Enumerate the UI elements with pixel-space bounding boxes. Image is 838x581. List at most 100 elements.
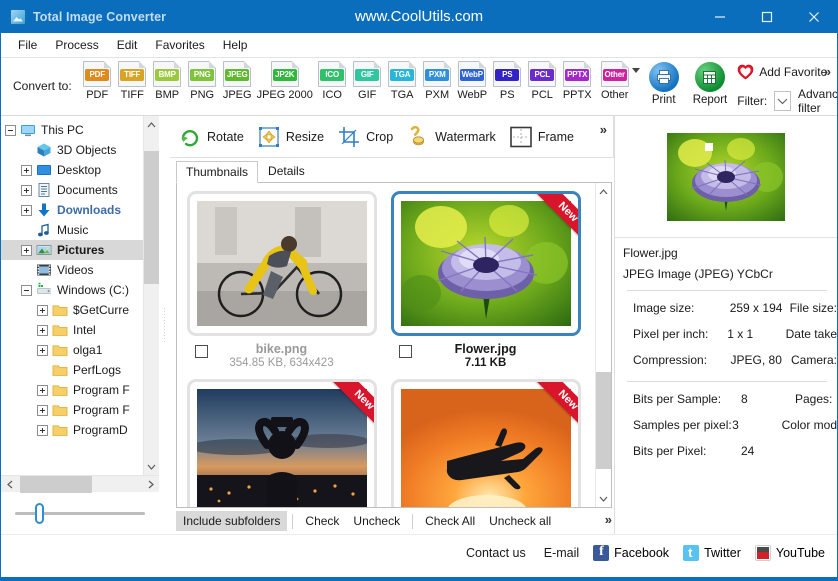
watermark-button[interactable]: Watermark [406, 125, 496, 149]
tree-item-program-f[interactable]: Program F [1, 400, 143, 420]
menu-item-file[interactable]: File [9, 35, 46, 55]
advanced-filter-button[interactable]: Advanced filter [798, 87, 838, 115]
menu-item-process[interactable]: Process [46, 35, 107, 55]
list-toolbar-overflow-button[interactable]: » [605, 512, 612, 527]
tree-item-this-pc[interactable]: This PC [1, 120, 143, 140]
thumbnail-item[interactable]: New [391, 379, 581, 507]
tree-toggle-minus[interactable] [5, 125, 16, 136]
email-link[interactable]: E-mail [544, 546, 579, 560]
tree-toggle-plus[interactable] [37, 405, 48, 416]
check-button[interactable]: Check [298, 511, 346, 531]
thumbnail-checkbox[interactable] [399, 345, 412, 358]
crop-button[interactable]: Crop [337, 125, 393, 149]
tree-scroll-thumb[interactable] [144, 151, 160, 284]
format-button-webp[interactable]: WebPWebP [455, 61, 490, 101]
format-button-other[interactable]: OtherOther [595, 61, 635, 101]
thumbnail-frame[interactable]: New [391, 191, 581, 336]
tree-scroll-track[interactable] [144, 133, 160, 458]
twitter-link[interactable]: Twitter [683, 545, 741, 561]
tree-hscroll-thumb[interactable] [20, 476, 92, 493]
folder-tree[interactable]: This PC3D ObjectsDesktopDocumentsDownloa… [1, 116, 143, 475]
tree-item-perflogs[interactable]: PerfLogs [1, 360, 143, 380]
tree-item-windows-c-[interactable]: Windows (C:) [1, 280, 143, 300]
tree-item-pictures[interactable]: Pictures [1, 240, 143, 260]
tree-hscroll-track[interactable] [18, 476, 142, 493]
close-button[interactable] [790, 0, 837, 33]
tree-toggle-minus[interactable] [21, 285, 32, 296]
thumbnail-item[interactable]: bike.png354.85 KB, 634x423 [187, 191, 377, 369]
format-button-gif[interactable]: GIFGIF [350, 61, 385, 101]
tree-scroll-down-button[interactable] [144, 458, 160, 475]
thumbnail-scroll-thumb[interactable] [596, 372, 612, 469]
thumbnail-item[interactable]: NewFlower.jpg7.11 KB [391, 191, 581, 369]
report-button[interactable]: Report [693, 62, 728, 106]
format-button-pxm[interactable]: PXMPXM [420, 61, 455, 101]
tree-toggle-plus[interactable] [37, 385, 48, 396]
uncheck-all-button[interactable]: Uncheck all [482, 511, 558, 531]
menu-item-favorites[interactable]: Favorites [146, 35, 213, 55]
tree-toggle-plus[interactable] [37, 425, 48, 436]
thumbnail-size-slider[interactable] [15, 512, 145, 515]
tree-item-music[interactable]: Music [1, 220, 143, 240]
thumbnail-frame[interactable] [187, 191, 377, 336]
format-button-pcl[interactable]: PCLPCL [525, 61, 560, 101]
tree-toggle-plus[interactable] [37, 325, 48, 336]
minimize-button[interactable] [696, 0, 743, 33]
thumbnail-scroll-down-button[interactable] [596, 490, 612, 507]
tree-item-downloads[interactable]: Downloads [1, 200, 143, 220]
youtube-link[interactable]: YouTube [755, 545, 825, 561]
maximize-button[interactable] [743, 0, 790, 33]
tree-item-program-f[interactable]: Program F [1, 380, 143, 400]
format-button-pdf[interactable]: PDFPDF [80, 61, 115, 101]
thumbnail-vertical-scrollbar[interactable] [595, 183, 611, 507]
menu-item-edit[interactable]: Edit [108, 35, 147, 55]
pane-splitter[interactable] [160, 116, 170, 534]
thumbnail-checkbox[interactable] [195, 345, 208, 358]
format-button-ps[interactable]: PSPS [490, 61, 525, 101]
tree-item-desktop[interactable]: Desktop [1, 160, 143, 180]
uncheck-button[interactable]: Uncheck [346, 511, 407, 531]
edit-toolbar-overflow-button[interactable]: » [600, 122, 607, 137]
format-button-tiff[interactable]: TIFFTIFF [115, 61, 150, 101]
tree-item-intel[interactable]: Intel [1, 320, 143, 340]
toolbar-overflow-button[interactable]: » [824, 64, 831, 79]
tree-toggle-plus[interactable] [21, 165, 32, 176]
tab-details[interactable]: Details [258, 160, 315, 182]
tree-scroll-up-button[interactable] [144, 116, 160, 133]
contact-us-link[interactable]: Contact us [466, 546, 526, 560]
menu-item-help[interactable]: Help [214, 35, 257, 55]
format-button-bmp[interactable]: BMPBMP [150, 61, 185, 101]
tree-item-3d-objects[interactable]: 3D Objects [1, 140, 143, 160]
format-button-jpeg[interactable]: JPEGJPEG [220, 61, 255, 101]
format-button-tga[interactable]: TGATGA [385, 61, 420, 101]
tree-toggle-plus[interactable] [37, 305, 48, 316]
tree-scroll-left-button[interactable] [1, 476, 18, 493]
tree-item-documents[interactable]: Documents [1, 180, 143, 200]
tree-toggle-plus[interactable] [21, 185, 32, 196]
print-button[interactable]: Print [649, 62, 679, 106]
thumbnail-grid[interactable]: bike.png354.85 KB, 634x423 NewFlower.jpg… [177, 183, 595, 507]
tree-item-olga1[interactable]: olga1 [1, 340, 143, 360]
facebook-link[interactable]: Facebook [593, 545, 669, 561]
format-button-pptx[interactable]: PPTXPPTX [560, 61, 595, 101]
filter-dropdown[interactable] [774, 91, 791, 111]
tree-toggle-plus[interactable] [37, 345, 48, 356]
check-all-button[interactable]: Check All [418, 511, 482, 531]
format-button-png[interactable]: PNGPNG [185, 61, 220, 101]
tree-toggle-plus[interactable] [21, 245, 32, 256]
thumbnail-item[interactable]: New [187, 379, 377, 507]
rotate-button[interactable]: Rotate [178, 125, 244, 149]
frame-button[interactable]: Frame [509, 126, 574, 148]
format-button-ico[interactable]: ICOICO [315, 61, 350, 101]
chevron-down-icon[interactable] [632, 68, 640, 73]
thumbnail-frame[interactable]: New [391, 379, 581, 507]
include-subfolders-button[interactable]: Include subfolders [176, 511, 287, 531]
tree-item-videos[interactable]: Videos [1, 260, 143, 280]
tree-vertical-scrollbar[interactable] [143, 116, 159, 475]
tree-horizontal-scrollbar[interactable] [1, 475, 159, 492]
tab-thumbnails[interactable]: Thumbnails [176, 161, 258, 183]
thumbnail-scroll-track[interactable] [596, 200, 612, 490]
tree-scroll-right-button[interactable] [142, 476, 159, 493]
thumbnail-frame[interactable]: New [187, 379, 377, 507]
format-button-jpeg-2000[interactable]: JP2KJPEG 2000 [255, 61, 315, 101]
